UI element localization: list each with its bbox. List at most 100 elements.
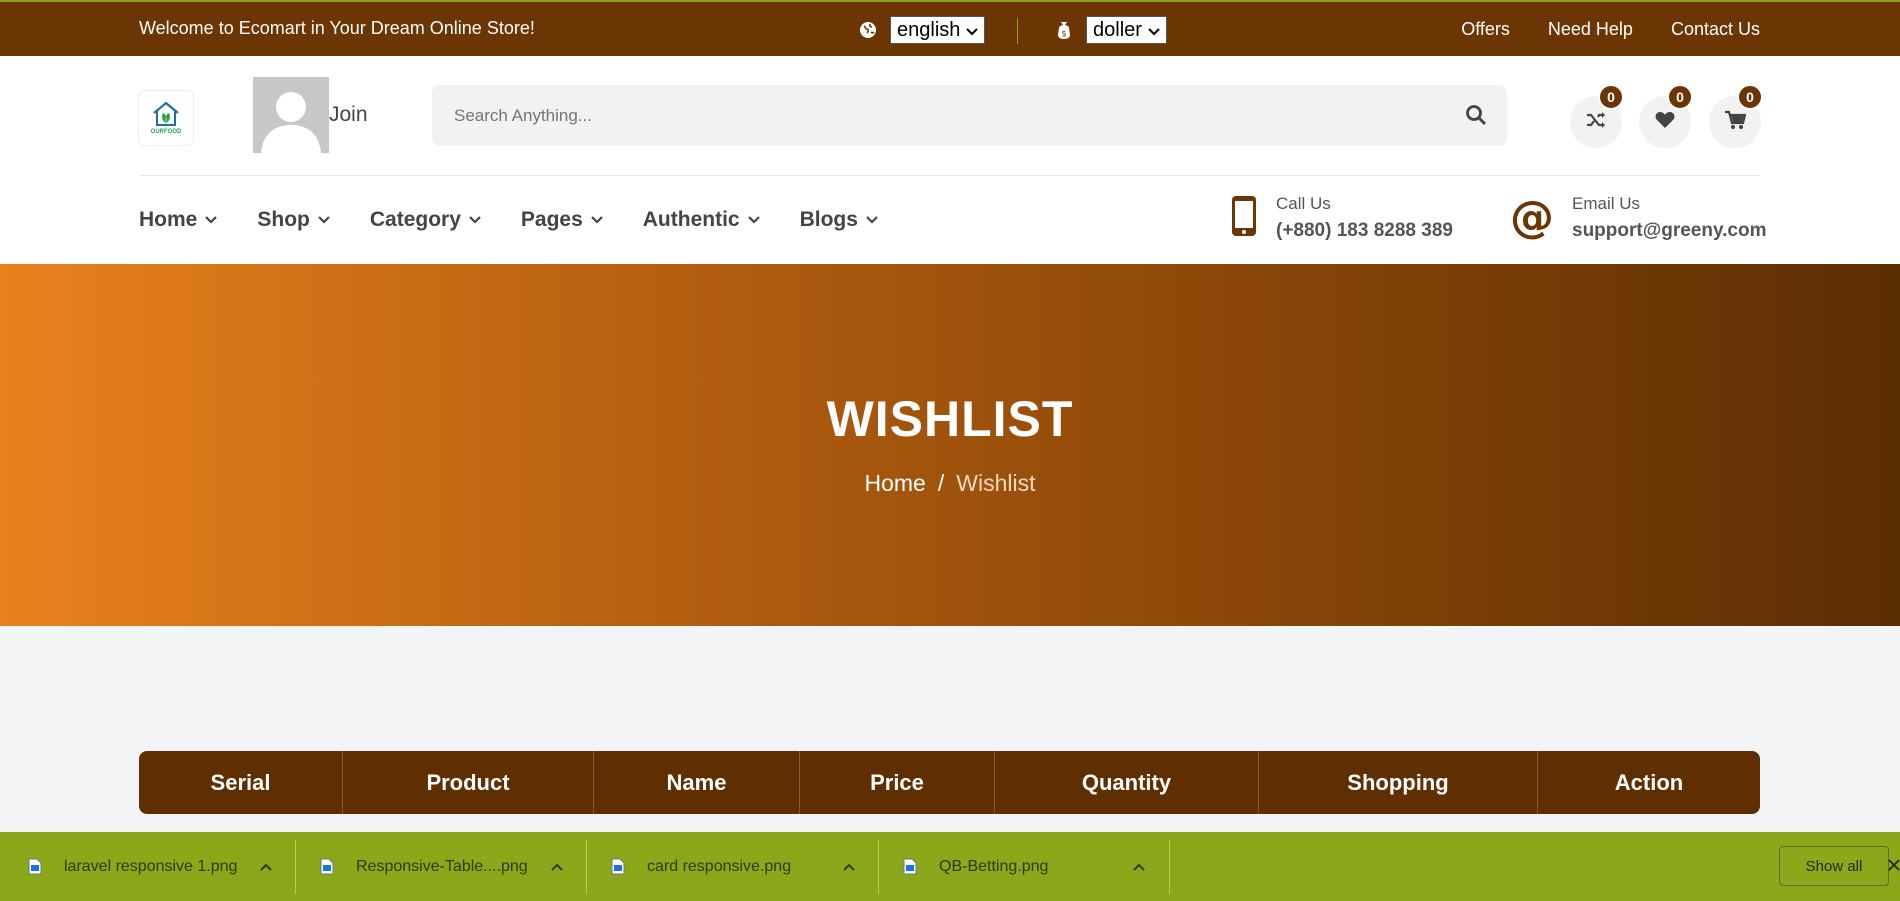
compare-count-badge: 0 <box>1598 84 1624 110</box>
divider <box>295 840 296 894</box>
download-filename: laravel responsive 1.png <box>64 857 238 875</box>
download-filename: Responsive-Table....png <box>356 857 528 875</box>
chevron-down-icon <box>205 216 218 224</box>
file-icon <box>28 858 42 875</box>
nav-item-category[interactable]: Category <box>370 208 481 232</box>
header-divider <box>139 175 1760 176</box>
svg-text:$: $ <box>1061 29 1066 38</box>
site-logo[interactable]: OURFOOD <box>139 91 193 145</box>
language-select[interactable]: english <box>890 16 986 44</box>
cart-icon <box>1724 110 1747 135</box>
file-icon <box>903 858 917 875</box>
search-icon[interactable] <box>1465 104 1489 128</box>
search-input[interactable] <box>432 85 1432 146</box>
close-icon[interactable] <box>1888 854 1900 877</box>
breadcrumb-home[interactable]: Home <box>865 470 926 497</box>
download-filename: QB-Betting.png <box>939 857 1049 875</box>
column-header-serial: Serial <box>139 751 343 814</box>
divider <box>1017 18 1018 44</box>
nav-label: Category <box>369 208 461 231</box>
divider <box>878 840 879 894</box>
file-icon <box>320 858 334 875</box>
globe-icon <box>858 20 878 40</box>
email-us-label: Email Us <box>1572 194 1641 213</box>
at-sign-icon: @ <box>1510 192 1554 243</box>
chevron-up-icon[interactable] <box>260 832 272 901</box>
wishlist-count-badge: 0 <box>1667 84 1693 110</box>
page-banner: WISHLIST Home / Wishlist <box>0 264 1900 626</box>
nav-label: Authentic <box>642 208 740 231</box>
breadcrumb-current: Wishlist <box>956 470 1036 496</box>
download-item[interactable]: laravel responsive 1.png <box>28 832 237 901</box>
page-title: WISHLIST <box>826 391 1074 447</box>
need-help-link[interactable]: Need Help <box>1548 19 1633 40</box>
search-bar <box>432 85 1507 146</box>
currency-selector-group: $ doller <box>1054 16 1167 44</box>
nav-label: Shop <box>257 208 310 231</box>
heart-icon <box>1655 111 1675 134</box>
contact-us-link[interactable]: Contact Us <box>1671 19 1760 40</box>
column-header-product: Product <box>343 751 594 814</box>
nav-label: Blogs <box>799 208 858 231</box>
download-item[interactable]: Responsive-Table....png <box>320 832 528 901</box>
nav-item-shop[interactable]: Shop <box>257 208 330 232</box>
email-us-block[interactable]: @ Email Us support@greeny.com <box>1510 194 1766 242</box>
column-header-quantity: Quantity <box>995 751 1259 814</box>
download-bar: laravel responsive 1.png Responsive-Tabl… <box>0 832 1900 901</box>
divider <box>586 840 587 894</box>
language-value: english <box>897 18 961 41</box>
wishlist-button[interactable]: 0 <box>1639 84 1693 148</box>
call-us-label: Call Us <box>1276 194 1331 213</box>
nav-label: Home <box>139 208 198 231</box>
site-header: OURFOOD Join 0 0 0 Home Shop Category Pa… <box>0 56 1900 264</box>
download-item[interactable]: QB-Betting.png <box>903 832 1048 901</box>
call-us-block[interactable]: Call Us (+880) 183 8288 389 <box>1230 194 1453 242</box>
nav-item-blogs[interactable]: Blogs <box>800 208 878 232</box>
nav-label: Pages <box>520 208 583 231</box>
top-links: Offers Need Help Contact Us <box>1461 19 1760 40</box>
join-link[interactable]: Join <box>329 103 368 127</box>
chevron-down-icon <box>318 216 330 224</box>
chevron-down-icon <box>866 216 878 224</box>
call-us-number: (+880) 183 8288 389 <box>1276 220 1453 241</box>
nav-item-home[interactable]: Home <box>139 208 218 232</box>
compare-button[interactable]: 0 <box>1570 84 1624 148</box>
chevron-up-icon[interactable] <box>551 832 563 901</box>
welcome-text: Welcome to Ecomart in Your Dream Online … <box>139 18 535 38</box>
phone-icon <box>1230 195 1258 242</box>
nav-item-authentic[interactable]: Authentic <box>643 208 760 232</box>
chevron-up-icon[interactable] <box>843 832 855 901</box>
breadcrumb: Home / Wishlist <box>0 470 1900 497</box>
chevron-down-icon <box>469 216 481 224</box>
avatar[interactable] <box>253 77 329 153</box>
chevron-down-icon <box>590 216 603 224</box>
file-icon <box>611 858 625 875</box>
shuffle-icon <box>1586 111 1606 134</box>
offers-link[interactable]: Offers <box>1461 19 1510 40</box>
main-nav: Home Shop Category Pages Authentic Blogs <box>139 208 878 232</box>
email-us-address: support@greeny.com <box>1572 220 1767 241</box>
chevron-down-icon <box>747 216 760 224</box>
download-item[interactable]: card responsive.png <box>611 832 791 901</box>
chevron-up-icon[interactable] <box>1133 832 1145 901</box>
breadcrumb-separator: / <box>937 470 945 496</box>
top-bar: Welcome to Ecomart in Your Dream Online … <box>0 0 1900 56</box>
divider <box>1169 840 1170 894</box>
house-leaf-icon <box>153 101 179 126</box>
cart-button[interactable]: 0 <box>1709 84 1763 148</box>
wishlist-table-header: Serial Product Name Price Quantity Shopp… <box>139 751 1760 814</box>
money-bag-icon: $ <box>1054 20 1074 40</box>
chevron-down-icon <box>966 19 979 42</box>
column-header-action: Action <box>1614 769 1684 795</box>
cart-count-badge: 0 <box>1737 84 1763 110</box>
chevron-down-icon <box>1148 19 1160 42</box>
currency-value: doller <box>1093 18 1142 41</box>
download-filename: card responsive.png <box>647 857 792 875</box>
show-all-button[interactable]: Show all <box>1779 846 1889 886</box>
currency-select[interactable]: doller <box>1086 16 1167 44</box>
logo-text: OURFOOD <box>150 129 182 135</box>
nav-item-pages[interactable]: Pages <box>521 208 603 232</box>
language-selector-group: english <box>858 16 986 44</box>
column-header-price: Price <box>800 751 995 814</box>
column-header-shopping: Shopping <box>1259 751 1538 814</box>
